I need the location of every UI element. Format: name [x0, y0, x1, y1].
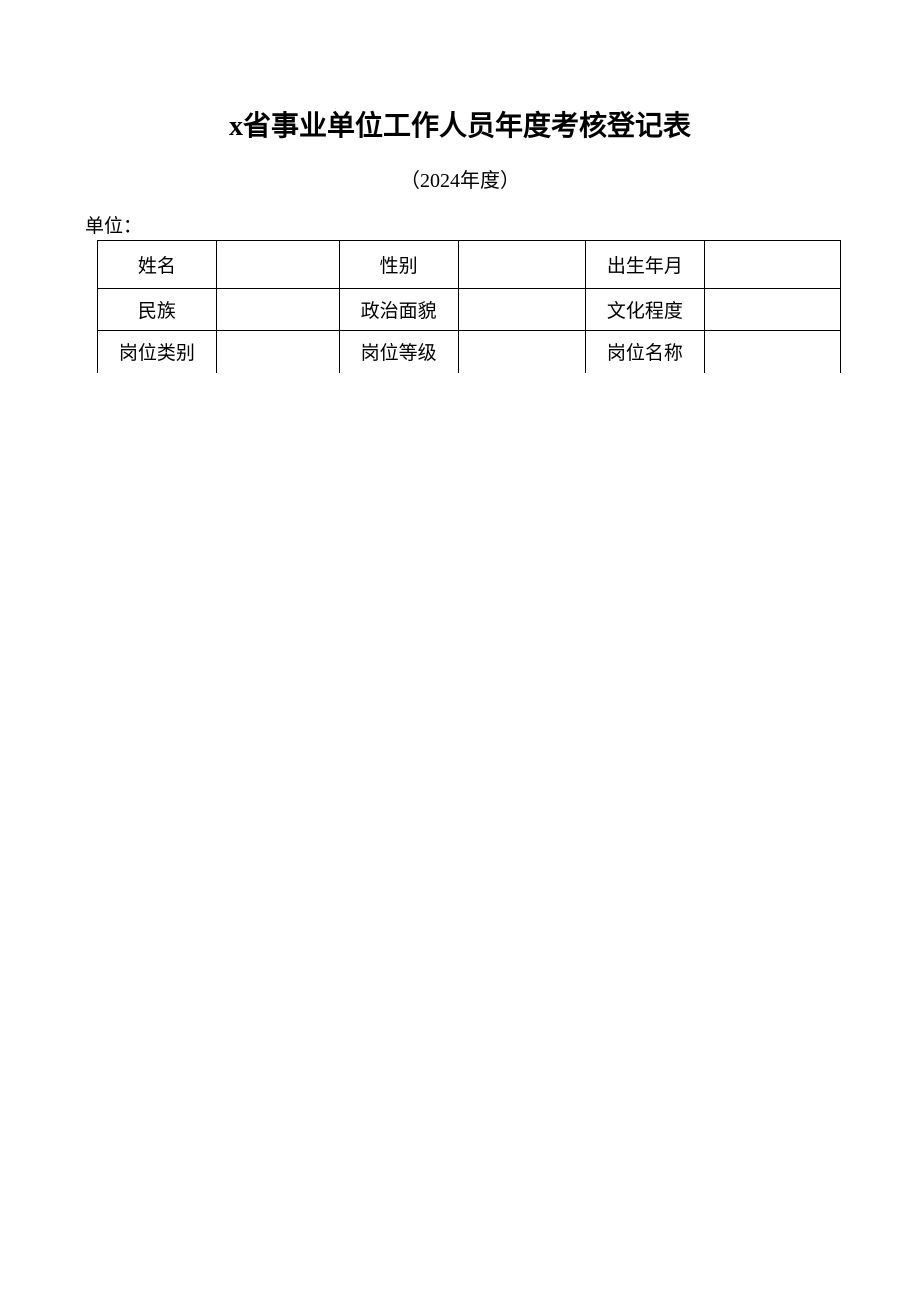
- political-label: 政治面貌: [339, 289, 458, 331]
- ethnicity-label: 民族: [98, 289, 217, 331]
- ethnicity-value: [216, 289, 339, 331]
- education-label: 文化程度: [585, 289, 704, 331]
- gender-value: [458, 241, 585, 289]
- gender-label: 性别: [339, 241, 458, 289]
- table-row: 民族 政治面貌 文化程度: [98, 289, 841, 331]
- birth-value: [704, 241, 840, 289]
- form-table: 姓名 性别 出生年月 民族 政治面貌 文化程度 岗位类别 岗位等级 岗位名称: [97, 240, 841, 373]
- name-label: 姓名: [98, 241, 217, 289]
- document-subtitle: （2024年度）: [85, 164, 835, 193]
- post-category-value: [216, 331, 339, 373]
- post-level-value: [458, 331, 585, 373]
- birth-label: 出生年月: [585, 241, 704, 289]
- post-name-label: 岗位名称: [585, 331, 704, 373]
- name-value: [216, 241, 339, 289]
- document-title: x省事业单位工作人员年度考核登记表: [85, 104, 835, 144]
- post-category-label: 岗位类别: [98, 331, 217, 373]
- unit-label-line: 单位：: [85, 211, 835, 238]
- table-row: 岗位类别 岗位等级 岗位名称: [98, 331, 841, 373]
- post-level-label: 岗位等级: [339, 331, 458, 373]
- education-value: [704, 289, 840, 331]
- document-page: x省事业单位工作人员年度考核登记表 （2024年度） 单位： 姓名 性别 出生年…: [0, 0, 920, 373]
- unit-label: 单位：: [85, 216, 142, 237]
- post-name-value: [704, 331, 840, 373]
- table-row: 姓名 性别 出生年月: [98, 241, 841, 289]
- political-value: [458, 289, 585, 331]
